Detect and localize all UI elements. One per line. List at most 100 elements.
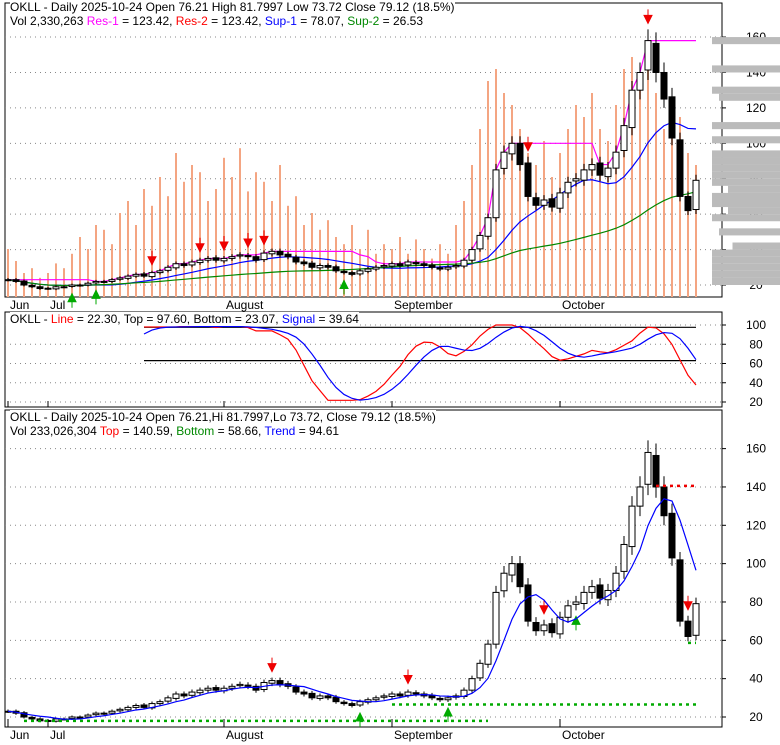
- p3-candle: [124, 706, 132, 711]
- volume-bar: [103, 229, 105, 297]
- p1-candle: [348, 272, 356, 275]
- p3-candle: [652, 454, 660, 488]
- volume-profile-bar: [719, 228, 780, 236]
- p3-candle: [100, 712, 108, 715]
- volume-bar: [231, 177, 233, 297]
- p1-candle: [572, 178, 580, 182]
- volume-bar: [7, 249, 9, 297]
- p3-candle: [620, 543, 628, 572]
- sup1-label: Sup-1: [264, 14, 297, 28]
- volume-bar: [375, 253, 377, 297]
- p1-candle: [252, 256, 260, 261]
- p3-candle: [276, 680, 284, 685]
- x-label: August: [226, 298, 264, 312]
- p1-candle: [444, 266, 452, 270]
- p1-candle: [284, 253, 292, 258]
- p3-candle: [172, 693, 180, 699]
- osc-line: [144, 324, 697, 401]
- volume-bar: [311, 213, 313, 297]
- p3-candle: [388, 693, 396, 698]
- symbol: OKLL: [10, 0, 41, 14]
- tick-label: 20: [749, 395, 763, 409]
- sep: -: [40, 0, 51, 14]
- panel1-header: OKLL - Daily 2025-10-24 Open 76.21 High …: [10, 0, 455, 28]
- p1-candle: [196, 259, 204, 264]
- p1-candle: [460, 259, 468, 267]
- p1-candle: [604, 167, 612, 178]
- volume-profile-bar: [712, 199, 780, 208]
- p1-candle: [532, 197, 540, 206]
- sell-arrow-icon: [267, 657, 277, 673]
- p1-candle: [508, 142, 516, 155]
- tick-label: 80: [749, 595, 763, 609]
- trend-value: = 94.61: [295, 424, 340, 438]
- volume-bar: [575, 105, 577, 297]
- volume-bar: [127, 201, 129, 297]
- p1-candle: [100, 280, 108, 283]
- p1-candle: [212, 257, 220, 261]
- osc-symbol: OKLL -: [10, 312, 51, 326]
- panel-frame-3: [4, 409, 723, 728]
- trend-label: Trend: [264, 424, 296, 438]
- volume-bar: [623, 69, 625, 297]
- volume-profile-bar: [712, 192, 780, 200]
- p3-candle: [412, 692, 420, 695]
- p1-candle: [324, 265, 332, 268]
- tick-label: 100: [746, 557, 766, 571]
- tick-label: 120: [746, 518, 766, 532]
- sell-arrow-icon: [403, 669, 413, 685]
- p3-candle: [340, 701, 348, 705]
- volume-bar: [591, 93, 593, 297]
- volume-bar: [447, 253, 449, 297]
- volume-bar: [135, 225, 137, 297]
- p1-candle: [276, 250, 284, 256]
- p1-candle: [108, 279, 116, 282]
- p1-candle: [364, 268, 372, 272]
- volume-bar: [687, 153, 689, 297]
- p3-candle: [236, 683, 244, 687]
- p3-candle: [684, 620, 692, 637]
- x-label: Jun: [10, 728, 29, 742]
- p1-candle: [228, 256, 236, 259]
- p3-candle: [164, 697, 172, 702]
- sell-arrow-icon: [195, 237, 205, 253]
- tick-label: 20: [749, 710, 763, 724]
- p3-candle: [348, 703, 356, 706]
- sell-arrow-icon: [539, 599, 549, 615]
- p1-candle: [660, 71, 668, 100]
- volume-bar: [71, 253, 73, 297]
- p1-candle: [20, 280, 28, 286]
- sup1-value: = 78.07,: [296, 14, 348, 28]
- p3-candle: [532, 621, 540, 632]
- p1-candle: [628, 89, 636, 129]
- p1-candle: [492, 169, 500, 219]
- p3-candle: [68, 716, 76, 720]
- volume-bar: [655, 93, 657, 297]
- volume-bar: [543, 141, 545, 297]
- volume-bar: [455, 225, 457, 297]
- p1-candle: [180, 263, 188, 267]
- p3-candle: [324, 695, 332, 699]
- volume-bar: [423, 249, 425, 297]
- buy-arrow-icon: [91, 289, 101, 305]
- tick-label: 80: [749, 337, 763, 351]
- p1-candle: [596, 162, 604, 176]
- tick-label: 100: [746, 318, 766, 332]
- signal-label: Signal: [281, 312, 316, 326]
- p3-candle: [212, 687, 220, 691]
- volume-bar: [615, 105, 617, 297]
- volume-profile-bar: [728, 185, 780, 193]
- line-label: Line: [50, 312, 74, 326]
- tick-label: 60: [749, 357, 763, 371]
- volume-bar: [559, 153, 561, 297]
- p3-candle: [596, 584, 604, 599]
- p3-candle: [436, 697, 444, 701]
- p3-candle: [188, 691, 196, 696]
- p1-candle: [620, 125, 628, 151]
- p3-candle: [588, 586, 596, 593]
- sell-arrow-icon: [523, 136, 533, 152]
- tick-label: 40: [749, 672, 763, 686]
- p1-candle: [92, 280, 100, 284]
- p3-candle: [300, 691, 308, 695]
- p3-candle: [540, 624, 548, 632]
